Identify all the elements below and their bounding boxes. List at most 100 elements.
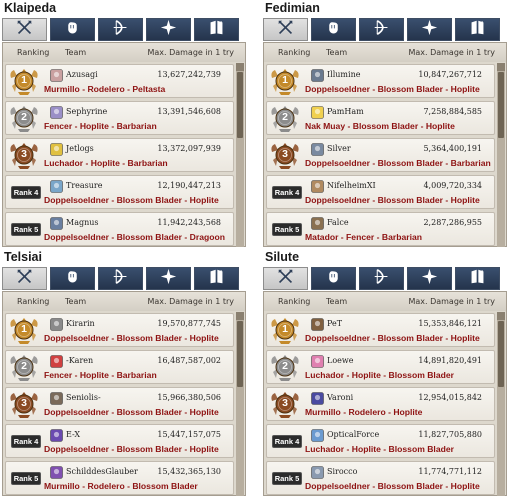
team-classes: Murmillo - Rodelero - Hoplite <box>305 407 423 417</box>
ranking-table: Ranking Team Max. Damage in 1 try 1 Kirarin… <box>2 291 246 496</box>
scrollbar[interactable] <box>236 312 244 496</box>
tab-fist[interactable] <box>50 267 95 290</box>
scrollbar[interactable] <box>497 63 505 247</box>
rank-medal-icon: 1 <box>9 68 39 96</box>
rank-number: 3 <box>21 148 27 160</box>
scroll-up-button[interactable] <box>236 63 244 71</box>
table-row[interactable]: 2 PamHam 7,258,884,585 Nak Muay - Blossom B… <box>266 101 495 135</box>
table-row[interactable]: Rank 5 Magnus 11,942,243,568 Doppelsoeldner… <box>5 212 234 246</box>
max-damage: 13,627,242,739 <box>157 70 221 79</box>
team-classes: Luchador - Hoplite - Blossom Blader <box>305 370 454 380</box>
table-row[interactable]: 1 Kirarin 19,570,877,745 Doppelsoeldner - B… <box>5 313 234 347</box>
cross-star-icon <box>160 268 177 289</box>
tab-bow[interactable] <box>98 18 143 41</box>
tab-crossed-swords[interactable] <box>263 18 308 41</box>
tab-bow[interactable] <box>359 267 404 290</box>
table-row[interactable]: 2 Sephyrine 13,391,546,608 Fencer - Hoplite… <box>5 101 234 135</box>
tab-crossed-swords[interactable] <box>2 267 47 290</box>
scroll-thumb[interactable] <box>237 321 243 387</box>
book-icon <box>469 19 486 40</box>
rank-number: 3 <box>282 148 288 160</box>
scroll-thumb[interactable] <box>237 72 243 138</box>
table-row[interactable]: 3 Varoni 12,954,015,842 Murmillo - Rodelero… <box>266 387 495 421</box>
table-row[interactable]: 1 PeT 15,353,846,121 Doppelsoeldner - Bloss… <box>266 313 495 347</box>
table-row[interactable]: 2 -Karen 16,487,587,002 Fencer - Hoplite - … <box>5 350 234 384</box>
tab-cross-star[interactable] <box>407 18 452 41</box>
tab-bow[interactable] <box>98 267 143 290</box>
scroll-up-button[interactable] <box>236 312 244 320</box>
max-damage: 13,372,097,939 <box>157 144 221 153</box>
header-team: Team <box>65 297 87 306</box>
tab-fist[interactable] <box>311 18 356 41</box>
class-tabs <box>2 267 246 290</box>
tab-fist[interactable] <box>311 267 356 290</box>
scroll-thumb[interactable] <box>498 321 504 387</box>
team-emblem-icon <box>311 392 324 405</box>
rank-medal-icon: 3 <box>9 142 39 170</box>
table-row[interactable]: 3 Jetlogs 13,372,097,939 Luchador - Hoplite… <box>5 138 234 172</box>
team-name: Sirocco <box>327 467 358 476</box>
table-row[interactable]: Rank 4 Treasure 12,190,447,213 Doppelsoeldn… <box>5 175 234 209</box>
team-name: SchilddesGlauber <box>66 467 138 476</box>
table-row[interactable]: 2 Loewe 14,891,820,491 Luchador - Hoplite -… <box>266 350 495 384</box>
team-classes: Doppelsoeldner - Blossom Blader - Hoplit… <box>305 84 480 94</box>
rank-label: Rank 4 <box>272 435 302 448</box>
table-row[interactable]: Rank 5 Sirocco 11,774,771,112 Doppelsoeldne… <box>266 461 495 495</box>
team-classes: Nak Muay - Blossom Blader - Hoplite <box>305 121 455 131</box>
server-name: Klaipeda <box>4 1 57 15</box>
table-row[interactable]: 1 Illumine 10,847,267,712 Doppelsoeldner - … <box>266 64 495 98</box>
team-name: Kirarin <box>66 319 95 328</box>
max-damage: 11,942,243,568 <box>157 218 221 227</box>
tab-book[interactable] <box>455 267 500 290</box>
table-row[interactable]: Rank 4 E-X 15,447,157,075 Doppelsoeldner - … <box>5 424 234 458</box>
team-emblem-icon <box>50 429 63 442</box>
scrollbar[interactable] <box>236 63 244 247</box>
class-tabs <box>2 18 246 41</box>
tab-cross-star[interactable] <box>146 18 191 41</box>
team-name: Illumine <box>327 70 361 79</box>
rank-medal-icon: 3 <box>270 391 300 419</box>
crossed-swords-icon <box>277 19 294 40</box>
table-row[interactable]: Rank 4 OpticalForce 11,827,705,880 Luchador… <box>266 424 495 458</box>
scroll-thumb[interactable] <box>498 72 504 138</box>
team-name: Varoni <box>327 393 354 402</box>
table-row[interactable]: 3 Seniolis- 15,966,380,506 Doppelsoeldner -… <box>5 387 234 421</box>
scroll-up-button[interactable] <box>497 312 505 320</box>
tab-crossed-swords[interactable] <box>263 267 308 290</box>
max-damage: 15,447,157,075 <box>157 430 221 439</box>
max-damage: 16,487,587,002 <box>157 356 221 365</box>
tab-fist[interactable] <box>50 18 95 41</box>
table-row[interactable]: Rank 5 Falce 2,287,286,955 Matador - Fencer… <box>266 212 495 246</box>
table-row[interactable]: 1 Azusagi 13,627,242,739 Murmillo - Rodeler… <box>5 64 234 98</box>
max-damage: 15,353,846,121 <box>418 319 482 328</box>
server-name: Fedimian <box>265 1 320 15</box>
team-name: Falce <box>327 218 349 227</box>
max-damage: 12,190,447,213 <box>157 181 221 190</box>
tab-cross-star[interactable] <box>146 267 191 290</box>
table-row[interactable]: Rank 4 NifelheimXI 4,009,720,334 Doppelsoel… <box>266 175 495 209</box>
tab-bow[interactable] <box>359 18 404 41</box>
cross-star-icon <box>160 19 177 40</box>
tab-book[interactable] <box>194 18 239 41</box>
team-classes: Doppelsoeldner - Blossom Blader - Hoplit… <box>44 333 219 343</box>
fist-icon <box>325 19 342 40</box>
tab-crossed-swords[interactable] <box>2 18 47 41</box>
table-row[interactable]: 3 Silver 5,364,400,191 Doppelsoeldner - Blo… <box>266 138 495 172</box>
team-emblem-icon <box>311 217 324 230</box>
header-damage: Max. Damage in 1 try <box>408 297 495 306</box>
table-row[interactable]: Rank 5 SchilddesGlauber 15,432,365,130 Murm… <box>5 461 234 495</box>
tab-book[interactable] <box>455 18 500 41</box>
tab-cross-star[interactable] <box>407 267 452 290</box>
header-ranking: Ranking <box>278 48 311 57</box>
max-damage: 19,570,877,745 <box>157 319 221 328</box>
team-name: Seniolis- <box>66 393 101 402</box>
cross-star-icon <box>421 268 438 289</box>
team-classes: Murmillo - Rodelero - Blossom Blader <box>44 481 198 491</box>
table-header: Ranking Team Max. Damage in 1 try <box>264 43 506 62</box>
fist-icon <box>325 268 342 289</box>
max-damage: 11,774,771,112 <box>418 467 482 476</box>
rank-number: 1 <box>21 323 27 335</box>
scrollbar[interactable] <box>497 312 505 496</box>
scroll-up-button[interactable] <box>497 63 505 71</box>
tab-book[interactable] <box>194 267 239 290</box>
